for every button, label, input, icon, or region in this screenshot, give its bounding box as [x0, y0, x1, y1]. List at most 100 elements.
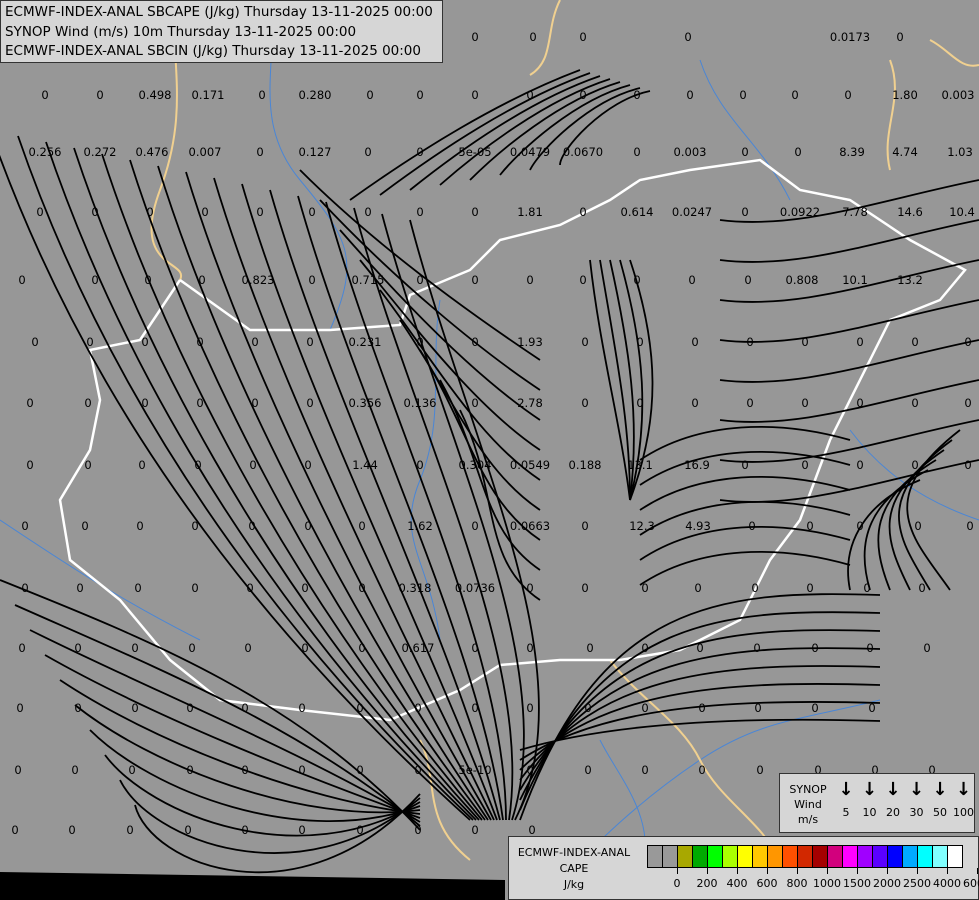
field-value-label: 0 [298, 763, 306, 777]
arrow-down-icon: ↓ [955, 779, 972, 800]
field-value-label: 0 [581, 581, 589, 595]
field-value-label: 0 [529, 30, 537, 44]
color-swatch [828, 846, 843, 867]
field-value-label: 0 [526, 88, 534, 102]
field-value-label: 0 [196, 396, 204, 410]
field-value-label: 0 [308, 205, 316, 219]
wind-legend-item: ↓ 30 [905, 780, 929, 820]
cape-legend-title-1: ECMWF-INDEX-ANAL [517, 846, 631, 859]
wind-legend-item: ↓ 100 [952, 779, 976, 820]
field-value-label: 5e-10 [458, 763, 492, 777]
streamline [129, 159, 486, 821]
field-value-label: 0 [414, 823, 422, 837]
field-value-label: 0 [633, 273, 641, 287]
field-value-label: 0 [911, 458, 919, 472]
tick-mark [887, 868, 888, 874]
field-value-label: 0 [686, 88, 694, 102]
color-swatch [693, 846, 708, 867]
field-value-label: 0 [304, 519, 312, 533]
field-value-label: 0 [191, 581, 199, 595]
field-value-label: 0 [306, 396, 314, 410]
tick-label: 600 [756, 877, 778, 890]
field-value-label: 0 [471, 641, 479, 655]
color-swatch [873, 846, 888, 867]
field-value-label: 0 [364, 205, 372, 219]
field-value-label: 0 [896, 30, 904, 44]
field-value-label: 1.93 [517, 335, 543, 349]
color-swatch [933, 846, 948, 867]
streamline [339, 229, 541, 421]
field-value-label: 0 [636, 335, 644, 349]
color-swatch [663, 846, 678, 867]
field-value-label: 0 [856, 519, 864, 533]
tick-mark [857, 868, 858, 874]
field-value-label: 0 [528, 823, 536, 837]
color-swatch [843, 846, 858, 867]
sea-area [0, 872, 505, 900]
field-value-label: 0 [84, 396, 92, 410]
field-value-label: 0.715 [351, 273, 385, 287]
field-value-label: 0.0670 [562, 145, 604, 159]
field-value-label: 0 [258, 88, 266, 102]
color-swatch [798, 846, 813, 867]
field-value-label: 0 [806, 581, 814, 595]
wind-legend-title: SYNOP Wind m/s [784, 782, 832, 827]
field-value-label: 0 [11, 823, 19, 837]
color-swatch [948, 846, 962, 867]
field-value-label: 5e-05 [458, 145, 492, 159]
field-value-label: 0 [249, 458, 257, 472]
streamline [639, 500, 851, 536]
wind-legend-title-3: m/s [797, 813, 819, 826]
field-value-label: 0 [16, 701, 24, 715]
field-value-label: 0 [918, 581, 926, 595]
field-value-label: 7.78 [842, 205, 868, 219]
field-value-label: 0 [358, 581, 366, 595]
streamline [381, 213, 525, 821]
streamline [297, 195, 504, 821]
field-value-label: 0 [36, 205, 44, 219]
field-value-label: 0 [751, 581, 759, 595]
field-value-label: 0 [791, 88, 799, 102]
streamline [519, 683, 881, 771]
field-value-label: 0 [308, 273, 316, 287]
streamline [639, 525, 851, 561]
field-value-label: 0 [86, 335, 94, 349]
field-value-label: 0 [84, 458, 92, 472]
streamline [719, 339, 979, 383]
streamline [379, 72, 591, 196]
field-value-label: 0 [696, 641, 704, 655]
field-value-label: 0.0663 [509, 519, 551, 533]
field-value-label: 0.256 [28, 145, 62, 159]
tick-label: 2000 [873, 877, 901, 890]
field-value-label: 0 [18, 273, 26, 287]
field-value-label: 13.1 [627, 458, 653, 472]
field-value-label: 0 [356, 823, 364, 837]
wind-legend-value: 5 [842, 806, 850, 819]
field-value-label: 0.003 [673, 145, 707, 159]
field-value-label: 0.007 [188, 145, 222, 159]
field-value-label: 0 [753, 641, 761, 655]
field-value-label: 0.356 [348, 396, 382, 410]
tick-mark [917, 868, 918, 874]
field-value-label: 0.280 [298, 88, 332, 102]
streamline [269, 189, 501, 821]
field-value-label: 0 [141, 396, 149, 410]
field-value-label: 0 [298, 823, 306, 837]
field-value-label: 0 [146, 205, 154, 219]
color-swatch [783, 846, 798, 867]
field-value-label: 0 [91, 205, 99, 219]
field-value-label: 0 [579, 273, 587, 287]
field-value-label: 0 [26, 396, 34, 410]
streamline [719, 299, 979, 343]
wind-legend-item: ↓ 5 [834, 779, 858, 820]
field-value-label: 0 [201, 205, 209, 219]
tick-label: 2500 [903, 877, 931, 890]
streamline [134, 793, 421, 874]
field-value-label: 10.4 [949, 205, 975, 219]
streamline [89, 729, 421, 823]
field-value-label: 14.6 [897, 205, 923, 219]
arrow-down-icon: ↓ [838, 779, 854, 800]
field-value-label: 0 [641, 641, 649, 655]
field-value-label: 0.188 [568, 458, 602, 472]
field-value-label: 0 [964, 335, 972, 349]
